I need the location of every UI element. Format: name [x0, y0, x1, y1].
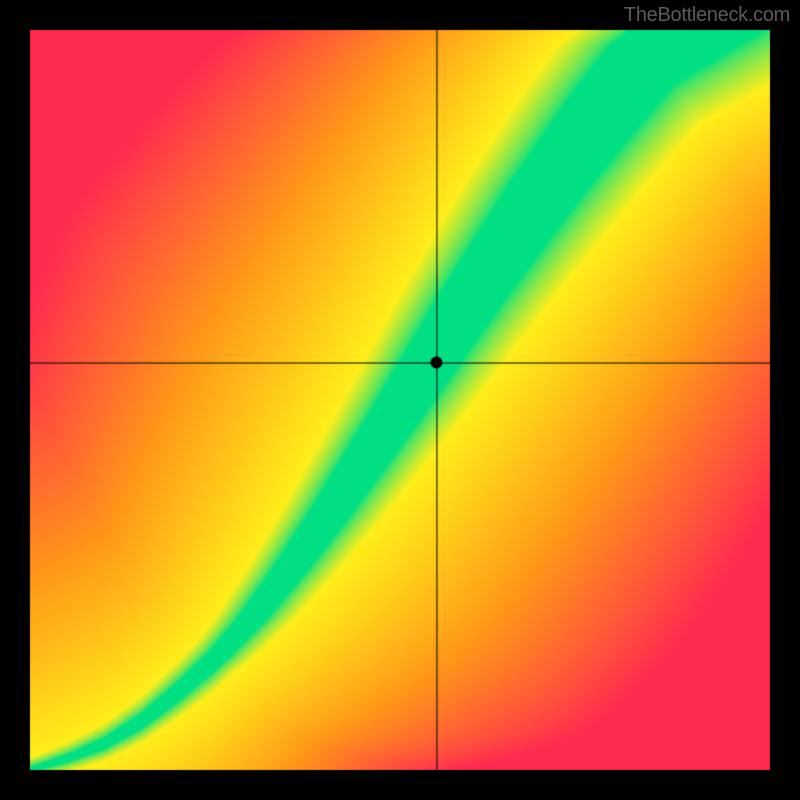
- chart-container: TheBottleneck.com: [0, 0, 800, 800]
- watermark-text: TheBottleneck.com: [624, 4, 790, 27]
- bottleneck-heatmap: [0, 0, 800, 800]
